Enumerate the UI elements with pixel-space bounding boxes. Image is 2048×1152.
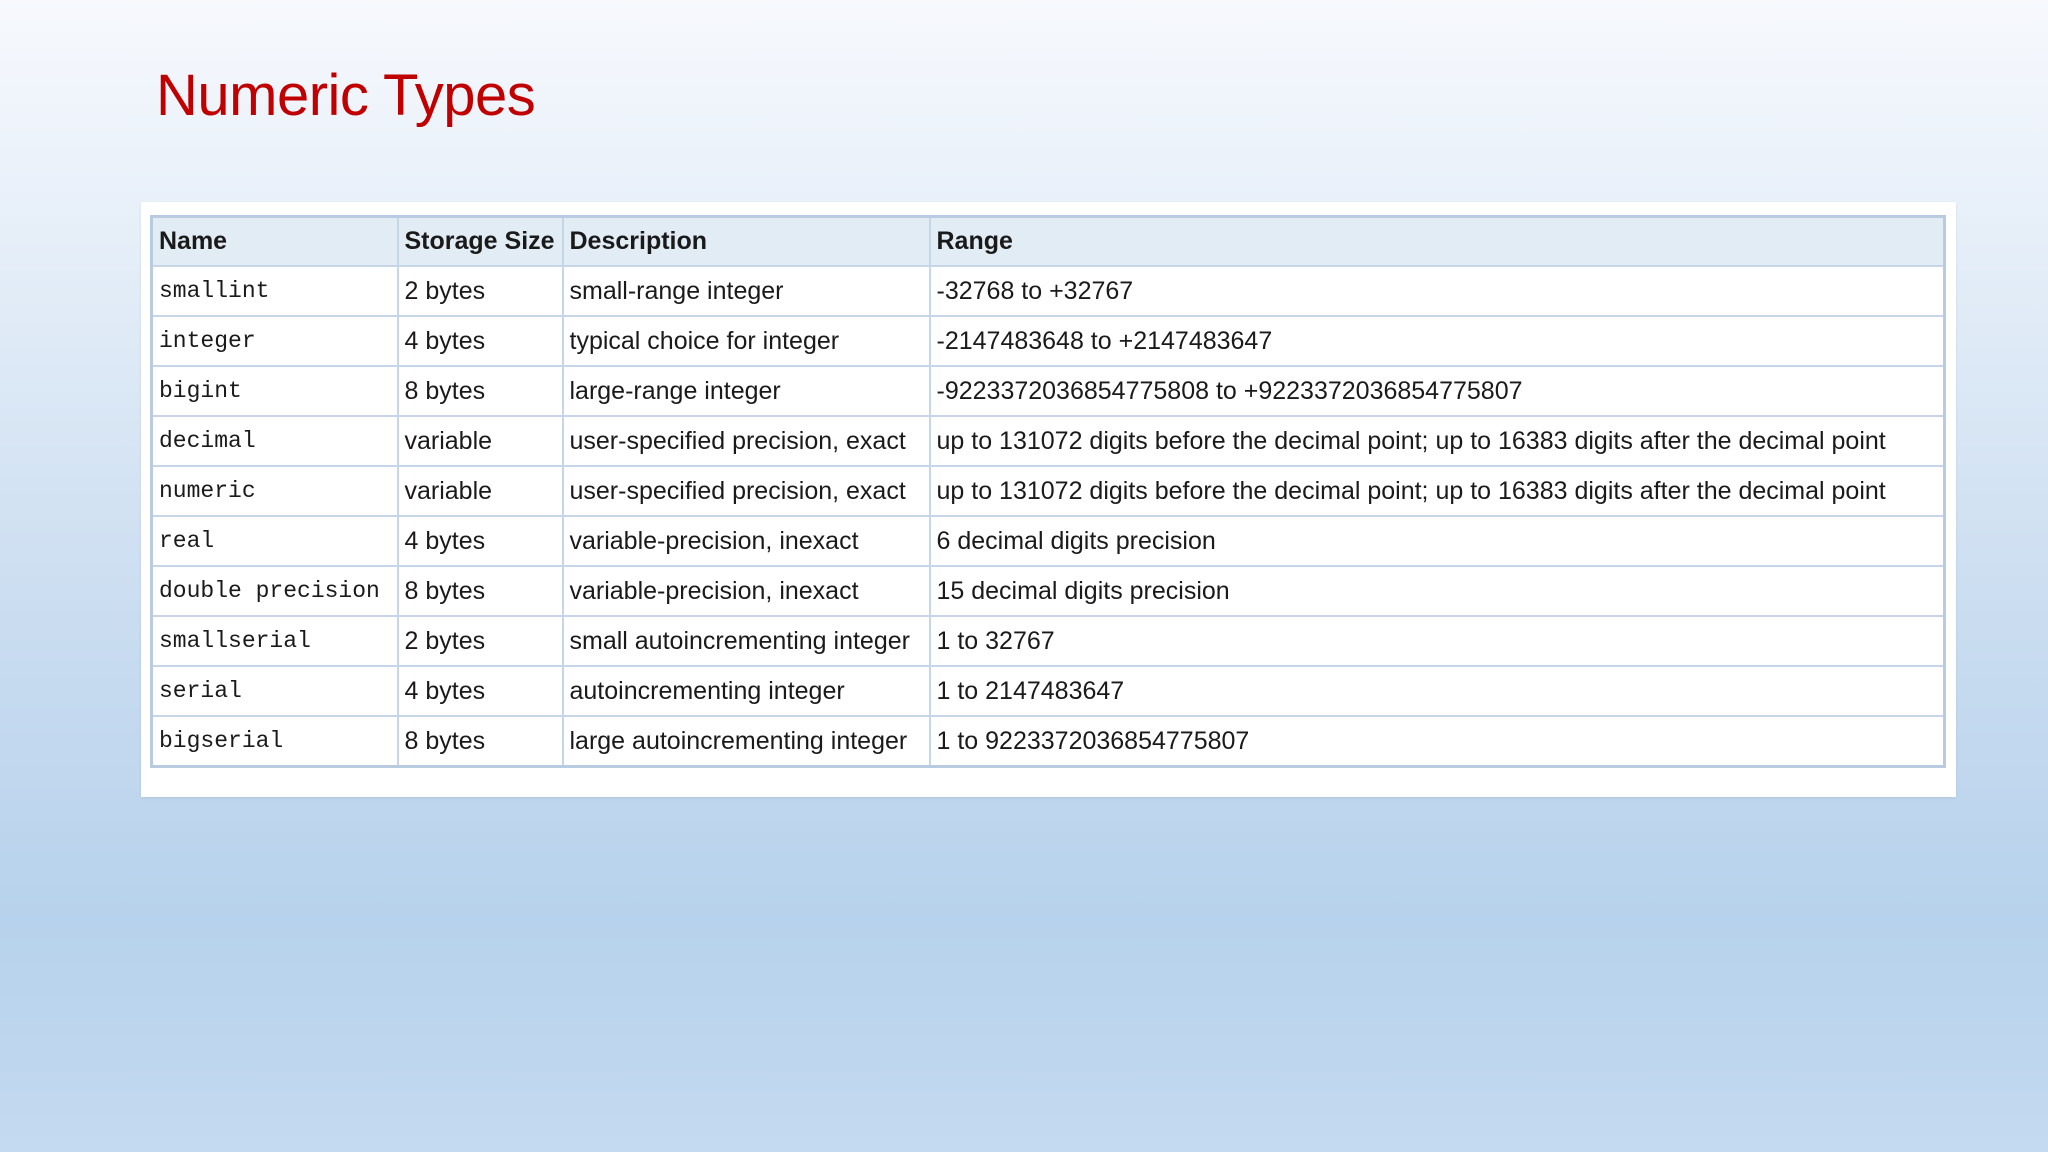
table-panel: Name Storage Size Description Range smal… (141, 202, 1956, 797)
cell-storage-size: variable (396, 465, 564, 517)
table-row: bigserial 8 bytes large autoincrementing… (150, 715, 1946, 768)
cell-description: typical choice for integer (561, 315, 931, 367)
table-row: smallint 2 bytes small-range integer -32… (150, 265, 1946, 317)
header-name: Name (150, 215, 399, 267)
cell-storage-size: 2 bytes (396, 265, 564, 317)
cell-name: decimal (150, 415, 399, 467)
cell-storage-size: 8 bytes (396, 365, 564, 417)
cell-range: 1 to 32767 (928, 615, 1946, 667)
header-description: Description (561, 215, 931, 267)
cell-range: 15 decimal digits precision (928, 565, 1946, 617)
table-header-row: Name Storage Size Description Range (150, 215, 1946, 267)
cell-range: 1 to 2147483647 (928, 665, 1946, 717)
table-row: smallserial 2 bytes small autoincrementi… (150, 615, 1946, 667)
cell-range: -2147483648 to +2147483647 (928, 315, 1946, 367)
cell-description: user-specified precision, exact (561, 415, 931, 467)
numeric-types-table: Name Storage Size Description Range smal… (150, 215, 1946, 768)
cell-name: smallint (150, 265, 399, 317)
cell-storage-size: 4 bytes (396, 315, 564, 367)
cell-description: small-range integer (561, 265, 931, 317)
cell-name: numeric (150, 465, 399, 517)
cell-description: large autoincrementing integer (561, 715, 931, 768)
cell-description: autoincrementing integer (561, 665, 931, 717)
cell-description: variable-precision, inexact (561, 565, 931, 617)
cell-name: real (150, 515, 399, 567)
cell-description: user-specified precision, exact (561, 465, 931, 517)
cell-description: large-range integer (561, 365, 931, 417)
cell-name: integer (150, 315, 399, 367)
cell-range: -9223372036854775808 to +922337203685477… (928, 365, 1946, 417)
cell-storage-size: 4 bytes (396, 665, 564, 717)
cell-storage-size: variable (396, 415, 564, 467)
cell-name: smallserial (150, 615, 399, 667)
slide-title: Numeric Types (156, 63, 536, 128)
cell-storage-size: 8 bytes (396, 715, 564, 768)
cell-range: 6 decimal digits precision (928, 515, 1946, 567)
cell-range: 1 to 9223372036854775807 (928, 715, 1946, 768)
table-row: decimal variable user-specified precisio… (150, 415, 1946, 467)
cell-storage-size: 8 bytes (396, 565, 564, 617)
header-storage-size: Storage Size (396, 215, 564, 267)
cell-description: variable-precision, inexact (561, 515, 931, 567)
cell-description: small autoincrementing integer (561, 615, 931, 667)
cell-range: up to 131072 digits before the decimal p… (928, 415, 1946, 467)
cell-name: bigserial (150, 715, 399, 768)
table-row: integer 4 bytes typical choice for integ… (150, 315, 1946, 367)
table-row: bigint 8 bytes large-range integer -9223… (150, 365, 1946, 417)
cell-name: serial (150, 665, 399, 717)
cell-range: -32768 to +32767 (928, 265, 1946, 317)
table-row: double precision 8 bytes variable-precis… (150, 565, 1946, 617)
cell-name: double precision (150, 565, 399, 617)
table-row: serial 4 bytes autoincrementing integer … (150, 665, 1946, 717)
cell-name: bigint (150, 365, 399, 417)
cell-storage-size: 2 bytes (396, 615, 564, 667)
cell-range: up to 131072 digits before the decimal p… (928, 465, 1946, 517)
cell-storage-size: 4 bytes (396, 515, 564, 567)
header-range: Range (928, 215, 1946, 267)
table-row: numeric variable user-specified precisio… (150, 465, 1946, 517)
table-row: real 4 bytes variable-precision, inexact… (150, 515, 1946, 567)
